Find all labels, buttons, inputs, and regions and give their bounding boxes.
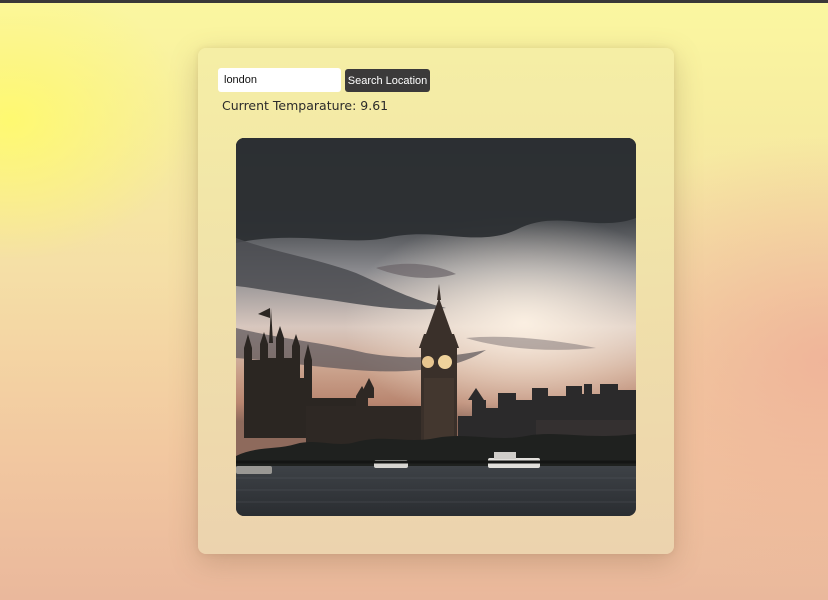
location-photo: [236, 138, 636, 516]
temperature-label: Current Temparature:: [222, 98, 357, 113]
location-search-input[interactable]: [218, 68, 341, 92]
window-top-bar: [0, 0, 828, 3]
current-temperature: Current Temparature: 9.61: [222, 98, 388, 113]
search-location-button[interactable]: Search Location: [345, 69, 430, 92]
weather-card: Search Location Current Temparature: 9.6…: [198, 48, 674, 554]
temperature-value: 9.61: [360, 98, 389, 113]
